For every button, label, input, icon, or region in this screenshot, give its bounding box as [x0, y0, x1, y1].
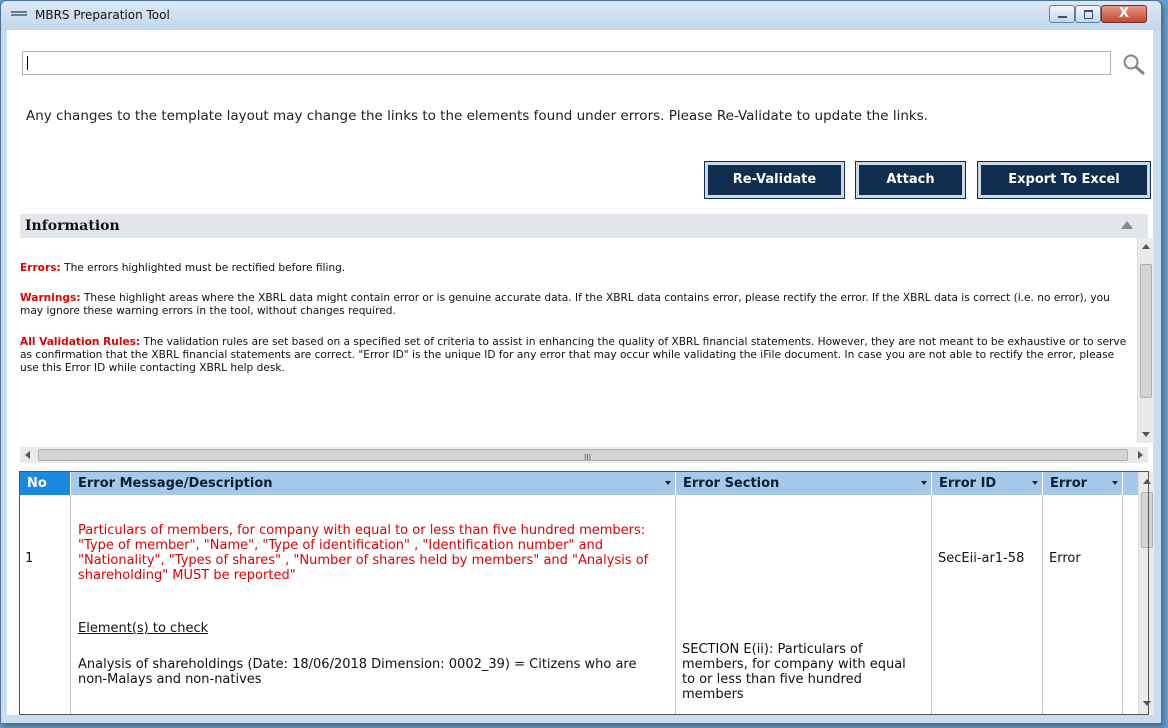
close-button[interactable]: X	[1101, 5, 1147, 23]
info-vertical-scrollbar[interactable]	[1137, 238, 1154, 443]
row-number: 1	[25, 551, 34, 566]
element-link[interactable]: Analysis of shareholdings (Date: 18/06/2…	[78, 657, 668, 687]
scroll-down-arrow-icon[interactable]	[1142, 432, 1150, 437]
scroll-left-arrow-icon[interactable]	[25, 451, 30, 459]
errors-text: The errors highlighted must be rectified…	[60, 262, 346, 274]
warnings-text: These highlight areas where the XBRL dat…	[20, 292, 1110, 317]
column-header-no-label: No	[27, 476, 47, 491]
error-message: Particulars of members, for company with…	[78, 523, 649, 583]
column-header-error[interactable]: Error	[1043, 472, 1123, 495]
cell-error: Error	[1043, 495, 1123, 714]
scroll-down-arrow-icon[interactable]	[1143, 701, 1151, 706]
column-header-section[interactable]: Error Section	[676, 472, 932, 495]
scroll-up-arrow-icon[interactable]	[1143, 479, 1151, 484]
info-horizontal-scrollbar[interactable]: III	[20, 447, 1148, 463]
errors-note: Errors: The errors highlighted must be r…	[20, 262, 1128, 275]
text-caret	[27, 56, 28, 70]
maximize-button[interactable]	[1075, 5, 1101, 23]
elements-to-check-link[interactable]: Element(s) to check	[78, 621, 208, 636]
collapse-icon[interactable]	[1121, 221, 1133, 229]
filter-dropdown-icon[interactable]	[1032, 481, 1038, 485]
warnings-note: Warnings: These highlight areas where th…	[20, 292, 1128, 318]
title-bar[interactable]: MBRS Preparation Tool X	[1, 1, 1161, 31]
warnings-label: Warnings:	[20, 292, 81, 304]
info-vertical-scroll-thumb[interactable]	[1140, 264, 1152, 398]
table-header: No Error Message/Description Error Secti…	[20, 472, 1138, 495]
column-header-error-label: Error	[1050, 476, 1088, 491]
search-input[interactable]	[22, 51, 1111, 75]
scroll-right-arrow-icon[interactable]	[1138, 451, 1143, 459]
cell-no: 1	[20, 495, 71, 714]
scroll-up-arrow-icon[interactable]	[1142, 244, 1150, 249]
validation-rules-note: All Validation Rules: The validation rul…	[20, 336, 1128, 375]
filter-dropdown-icon[interactable]	[921, 481, 927, 485]
error-id: SecEii-ar1-58	[938, 551, 1025, 566]
information-title: Information	[25, 218, 120, 234]
relink-notice: Any changes to the template layout may c…	[26, 108, 929, 124]
information-panel-header[interactable]: Information	[20, 214, 1148, 238]
table-vertical-scrollbar[interactable]	[1138, 472, 1154, 714]
column-header-message[interactable]: Error Message/Description	[71, 472, 676, 495]
error-section: SECTION E(ii): Particulars of members, f…	[682, 642, 906, 702]
column-header-message-label: Error Message/Description	[78, 476, 273, 491]
revalidate-button[interactable]: Re-Validate	[704, 161, 845, 199]
window-title: MBRS Preparation Tool	[35, 8, 170, 22]
column-header-no[interactable]: No	[20, 472, 71, 495]
errors-table: No Error Message/Description Error Secti…	[20, 472, 1138, 714]
information-panel-body: Errors: The errors highlighted must be r…	[20, 238, 1130, 443]
app-icon	[11, 11, 27, 19]
table-vertical-scroll-thumb[interactable]	[1141, 492, 1153, 548]
filter-dropdown-icon[interactable]	[665, 481, 671, 485]
minimize-button[interactable]	[1049, 5, 1075, 23]
attach-button[interactable]: Attach	[855, 161, 966, 199]
column-header-error-id-label: Error ID	[939, 476, 997, 491]
info-horizontal-scroll-thumb[interactable]: III	[38, 449, 1128, 462]
scroll-grip: III	[584, 453, 592, 462]
close-icon: X	[1118, 6, 1130, 21]
search-icon[interactable]	[1120, 52, 1146, 76]
filter-dropdown-icon[interactable]	[1112, 481, 1118, 485]
validation-rules-text: The validation rules are set based on a …	[20, 336, 1127, 374]
cell-error-id: SecEii-ar1-58	[932, 495, 1043, 714]
table-row[interactable]: 1 Particulars of members, for company wi…	[20, 495, 1123, 714]
cell-section: SECTION E(ii): Particulars of members, f…	[676, 495, 932, 714]
export-to-excel-button[interactable]: Export To Excel	[977, 161, 1151, 199]
error-type: Error	[1049, 551, 1081, 566]
cell-message: Particulars of members, for company with…	[71, 495, 676, 714]
column-header-section-label: Error Section	[683, 476, 780, 491]
errors-label: Errors:	[20, 262, 61, 274]
column-header-error-id[interactable]: Error ID	[932, 472, 1043, 495]
validation-rules-label: All Validation Rules:	[20, 336, 141, 348]
